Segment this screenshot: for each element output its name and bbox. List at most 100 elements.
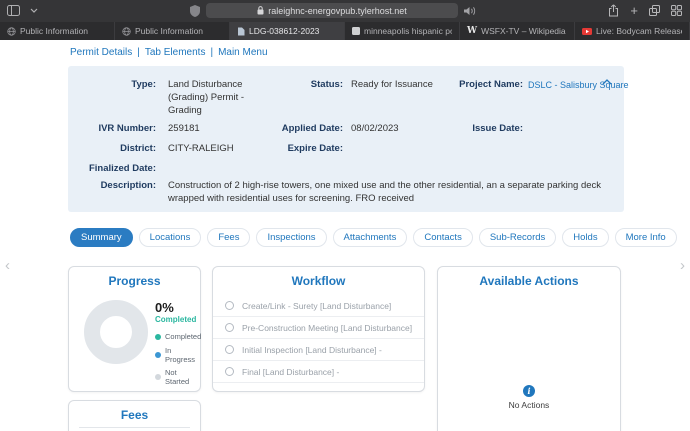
in-progress-dot-icon <box>155 352 161 358</box>
tab-title: Public Information <box>135 26 203 36</box>
tab-contacts[interactable]: Contacts <box>413 228 473 247</box>
description-label: Description: <box>68 180 156 191</box>
workflow-step-radio-icon[interactable] <box>225 323 234 332</box>
legend-label: Completed <box>165 332 201 341</box>
browser-window: raleighnc-energovpub.tylerhost.net + Pub… <box>0 0 690 431</box>
page-nav-links: Permit Details | Tab Elements | Main Men… <box>70 47 268 58</box>
share-icon[interactable] <box>608 4 619 17</box>
fees-card: Fees <box>68 400 201 431</box>
progress-legend: Completed In Progress Not Started <box>155 332 201 386</box>
tab-title: WSFX-TV – Wikipedia <box>481 26 566 36</box>
workflow-step[interactable]: Final [Land Disturbance] - <box>213 361 424 383</box>
audio-speaker-icon[interactable] <box>464 6 476 16</box>
workflow-step-label: Initial Inspection [Land Disturbance] - <box>242 345 382 355</box>
youtube-icon <box>582 28 592 35</box>
workflow-step-label: Final [Land Disturbance] - <box>242 367 339 377</box>
workflow-step[interactable]: Initial Inspection [Land Disturbance] - <box>213 339 424 361</box>
tab-inspections[interactable]: Inspections <box>256 228 326 247</box>
permit-summary-panel: Type: Land Disturbance (Grading) Permit … <box>68 66 624 212</box>
applied-date-label: Applied Date: <box>255 123 343 134</box>
workflow-step-radio-icon[interactable] <box>225 367 234 376</box>
record-tabs: Summary Locations Fees Inspections Attac… <box>70 228 677 247</box>
type-label: Type: <box>68 79 156 90</box>
ivr-number-value: 259181 <box>168 123 200 136</box>
workflow-step-radio-icon[interactable] <box>225 345 234 354</box>
project-name-link[interactable]: DSLC - Salisbury Square <box>528 79 629 91</box>
workflow-step[interactable]: Create/Link - Surety [Land Disturbance] <box>213 295 424 317</box>
tab-overview-icon[interactable] <box>671 5 682 16</box>
progress-card-title: Progress <box>69 267 200 288</box>
status-value: Ready for Issuance <box>351 79 433 92</box>
nav-link-main-menu[interactable]: Main Menu <box>218 47 267 58</box>
fees-card-title: Fees <box>69 401 200 422</box>
tab-attachments[interactable]: Attachments <box>333 228 408 247</box>
address-bar[interactable]: raleighnc-energovpub.tylerhost.net <box>206 3 458 18</box>
legend-item-completed: Completed <box>155 332 201 341</box>
tab-title: minneapolis hispanic populatio... <box>364 26 452 36</box>
tab-title: Live: Bodycam Released of Air... <box>596 26 682 36</box>
browser-tab-youtube-live[interactable]: Live: Bodycam Released of Air... <box>575 22 690 40</box>
nav-link-permit-details[interactable]: Permit Details <box>70 47 132 58</box>
issue-date-label: Issue Date: <box>428 123 523 134</box>
carousel-next-icon[interactable]: › <box>680 258 685 273</box>
progress-percent-caption: Completed <box>155 315 196 324</box>
legend-label: Not Started <box>165 368 201 386</box>
workflow-step-radio-icon[interactable] <box>225 301 234 310</box>
nav-separator: | <box>210 47 213 58</box>
legend-label: In Progress <box>165 346 201 364</box>
browser-tab-minneapolis[interactable]: minneapolis hispanic populatio... <box>345 22 460 40</box>
workflow-step-label: Create/Link - Surety [Land Disturbance] <box>242 301 391 311</box>
status-label: Status: <box>255 79 343 90</box>
wikipedia-icon: W <box>467 27 477 36</box>
tab-more-info[interactable]: More Info <box>615 228 677 247</box>
permit-page: Permit Details | Tab Elements | Main Men… <box>0 40 690 431</box>
description-value: Construction of 2 high-rise towers, one … <box>168 180 613 206</box>
globe-icon <box>7 27 16 36</box>
workflow-card: Workflow Create/Link - Surety [Land Dist… <box>212 266 425 392</box>
progress-card: Progress 0% Completed Completed In Progr… <box>68 266 201 392</box>
no-actions-text: No Actions <box>438 400 620 410</box>
legend-item-in-progress: In Progress <box>155 346 201 364</box>
browser-tab-public-information-2[interactable]: Public Information <box>115 22 230 40</box>
address-url: raleighnc-energovpub.tylerhost.net <box>268 6 407 16</box>
browser-tab-wikipedia[interactable]: W WSFX-TV – Wikipedia <box>460 22 575 40</box>
sidebar-icon[interactable] <box>7 5 20 16</box>
carousel-prev-icon[interactable]: ‹ <box>5 258 10 273</box>
progress-percent: 0% <box>155 300 174 315</box>
new-tab-icon[interactable]: + <box>630 5 638 17</box>
workflow-step[interactable]: Pre-Construction Meeting [Land Disturban… <box>213 317 424 339</box>
tab-title: LDG-038612-2023 <box>249 26 319 36</box>
tab-summary[interactable]: Summary <box>70 228 133 247</box>
finalized-date-label: Finalized Date: <box>68 163 156 174</box>
lock-icon <box>257 6 264 15</box>
available-actions-card: Available Actions i No Actions <box>437 266 621 431</box>
nav-link-tab-elements[interactable]: Tab Elements <box>145 47 206 58</box>
tab-holds[interactable]: Holds <box>562 228 608 247</box>
browser-tab-public-information-1[interactable]: Public Information <box>0 22 115 40</box>
not-started-dot-icon <box>155 374 161 380</box>
privacy-shield-icon[interactable] <box>190 5 200 17</box>
legend-item-not-started: Not Started <box>155 368 201 386</box>
ivr-number-label: IVR Number: <box>68 123 156 134</box>
browser-tab-permit-record[interactable]: LDG-038612-2023 <box>230 22 345 40</box>
tab-sub-records[interactable]: Sub-Records <box>479 228 556 247</box>
tab-fees[interactable]: Fees <box>207 228 250 247</box>
expire-date-label: Expire Date: <box>255 143 343 154</box>
workflow-card-title: Workflow <box>213 267 424 288</box>
document-icon <box>237 27 245 36</box>
duplicate-icon[interactable] <box>649 5 660 16</box>
district-label: District: <box>68 143 156 154</box>
tab-locations[interactable]: Locations <box>139 228 202 247</box>
tab-title: Public Information <box>20 26 88 36</box>
workflow-step-list: Create/Link - Surety [Land Disturbance] … <box>213 295 424 383</box>
available-actions-card-title: Available Actions <box>438 267 620 288</box>
nav-separator: | <box>137 47 140 58</box>
browser-toolbar: raleighnc-energovpub.tylerhost.net + <box>0 0 690 22</box>
page-icon <box>352 27 360 35</box>
workflow-step-label: Pre-Construction Meeting [Land Disturban… <box>242 323 412 333</box>
district-value: CITY-RALEIGH <box>168 143 234 156</box>
info-icon[interactable]: i <box>523 385 535 397</box>
project-name-label: Project Name: <box>428 79 523 90</box>
chevron-down-icon[interactable] <box>30 8 38 13</box>
applied-date-value: 08/02/2023 <box>351 123 399 136</box>
